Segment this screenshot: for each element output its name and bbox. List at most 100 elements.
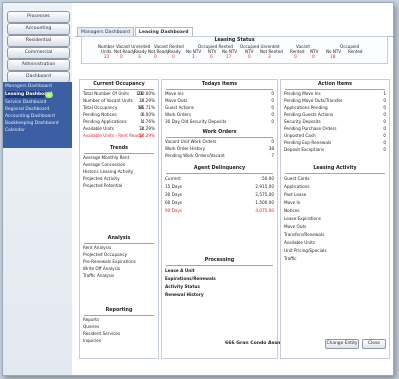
column-header: No NTV [222,49,238,54]
action-item-row[interactable]: Security Deposits 0 [284,119,386,125]
occupancy-row-rent-ready[interactable]: Available Units - Rent Ready 3 14.29% [83,133,155,139]
tab-managers-dashboard[interactable]: Managers Dashboard [77,27,134,36]
divider [166,173,273,174]
todays-item-row[interactable]: Move Outs 0 [165,98,274,104]
trends-link[interactable]: Average Monthly Rent [83,155,155,161]
row-value: 0 [383,133,386,138]
status-value: 0 [172,55,175,60]
row-label: Work Order History [165,146,206,151]
sidebar-item-accounting-dashboard[interactable]: Accounting Dashboard [5,113,55,120]
leasing-activity-link[interactable]: Past Lease [284,192,386,198]
todays-item-row[interactable]: Guest Actions 0 [165,105,274,111]
row-value: 0 [271,91,274,96]
column-header: Not Ready [148,49,170,54]
todays-item-row[interactable]: Move Ins 0 [165,91,274,97]
leasing-activity-link[interactable]: Notices [284,208,386,214]
delinquency-row[interactable]: 90 Days 4,075.00 [165,208,274,214]
column-header: Not Ready [114,49,136,54]
nav-commercial-button[interactable]: Commercial [7,47,70,59]
sidebar-item-regional-dashboard[interactable]: Regional Dashboard [5,106,49,113]
work-order-row[interactable]: Pending Work Orders/Vacant 7 [165,153,274,159]
action-item-row[interactable]: Unposted Cash 0 [284,133,386,139]
trends-link[interactable]: Projected Activity [83,176,155,182]
action-item-row[interactable]: Pending Purchase Orders 0 [284,126,386,132]
action-item-row[interactable]: Pending Guests Actions 0 [284,112,386,118]
trends-link[interactable]: Historic Leasing Activity [83,169,155,175]
nav-residential-button[interactable]: Residential [7,35,70,47]
leasing-activity-link[interactable]: Lease Expirations [284,216,386,222]
row-value: 0 [271,105,274,110]
delinquency-row[interactable]: Current 50.00 [165,176,274,182]
sidebar-item-managers-dashboard[interactable]: Managers Dashboard [5,83,52,90]
leasing-activity-link[interactable]: Available Units [284,240,386,246]
processing-link[interactable]: Renewal History [165,292,274,298]
column-header: NTV [245,49,254,54]
row-label: Work Orders [165,112,192,117]
trends-link[interactable]: Average Concession [83,162,155,168]
leasing-activity-link[interactable]: Transfers/Renewals [284,232,386,238]
leasing-activity-link[interactable]: Unit Pricing/Specials [284,248,386,254]
row-label: Available Units - Rent Ready [83,133,143,138]
row-value: 0 [383,119,386,124]
action-item-row[interactable]: Applications Pending 0 [284,105,386,111]
leasing-activity-link[interactable]: Move Outs [284,224,386,230]
tab-leasing-dashboard[interactable]: Leasing Dashboard [134,27,193,36]
change-entity-button[interactable]: Change Entity [325,339,359,349]
sidebar-item-calendar[interactable]: Calendar [5,127,25,134]
leasing-status-title: Leasing Status [214,38,255,43]
row-value: 50.00 [262,176,274,181]
trends-link[interactable]: Projected Potential [83,183,155,189]
row-value: 2,575.00 [255,192,274,197]
work-order-row[interactable]: Work Order History 38 [165,146,274,152]
nav-processes-button[interactable]: Processes [7,11,70,23]
close-button[interactable]: Close [362,339,386,349]
leasing-activity-link[interactable]: Traffic [284,256,386,262]
analysis-link[interactable]: Write Off Analysis [83,266,155,272]
row-label: Pending Move Outs/Transfer [284,98,343,103]
occupancy-row: Total Number Of Units 21 100.00% [83,91,155,97]
sidebar-item-leasing-dashboard[interactable]: Leasing Dashboard [5,91,53,98]
row-label: Vacant Unit Work Orders [165,139,217,144]
reporting-link[interactable]: Reports [83,317,155,323]
processing-link[interactable]: Activity Status [165,284,274,290]
processing-title: Processing [204,258,235,263]
todays-item-row[interactable]: Work Orders 0 [165,112,274,118]
tab-bar: Managers Dashboard Leasing Dashboard [77,27,193,36]
processing-link[interactable]: Lease A Unit [165,268,274,274]
column-header: Ready [134,49,147,54]
leasing-activity-link[interactable]: Guest Cards [284,176,386,182]
delinquency-row[interactable]: 15 Days 2,915.00 [165,184,274,190]
row-percent: 14.29% [139,133,155,138]
sidebar-item-service-dashboard[interactable]: Service Dashboard [5,99,46,106]
sidebar-item-bookkeeping-dashboard[interactable]: Bookkeeping Dashboard [5,120,59,127]
reporting-link[interactable]: Inquiries [83,338,155,344]
status-value: 1 [192,55,195,60]
work-order-row[interactable]: Vacant Unit Work Orders 0 [165,139,274,145]
action-item-row[interactable]: Pending Move Outs/Transfer 0 [284,98,386,104]
status-value: 0 [154,55,157,60]
reporting-link[interactable]: Queries [83,324,155,330]
row-value: 0 [383,126,386,131]
analysis-link[interactable]: Projected Occupancy [83,252,155,258]
action-item-row[interactable]: Pending Exp-Renewals 0 [284,140,386,146]
column-header: Units [101,49,112,54]
row-label: Security Deposits [284,119,321,124]
analysis-link[interactable]: Rent Analysis [83,245,155,251]
row-value: 0 [271,112,274,117]
action-item-row[interactable]: Deposit Exceptions 0 [284,147,386,153]
nav-accounting-button[interactable]: Accounting [7,23,70,35]
processing-link[interactable]: Expirations/Renewals [165,276,274,282]
leasing-activity-link[interactable]: Move In [284,200,386,206]
action-item-row[interactable]: Pending Move Ins 1 [284,91,386,97]
delinquency-row[interactable]: 60 Days 1,500.00 [165,200,274,206]
nav-administration-button[interactable]: Administration [7,59,70,71]
analysis-link[interactable]: Traffic Analysis [83,273,155,279]
column-header: NTV [310,49,319,54]
todays-item-row[interactable]: 30 Day Old Security Deposits 0 [165,119,274,125]
row-value: 0 [383,112,386,117]
leasing-activity-link[interactable]: Applications [284,184,386,190]
leasing-activity-title: Leasing Activity [313,166,357,171]
reporting-link[interactable]: Resident Services [83,331,155,337]
delinquency-row[interactable]: 30 Days 2,575.00 [165,192,274,198]
analysis-link[interactable]: Pre-Renewals Expirations [83,259,155,265]
